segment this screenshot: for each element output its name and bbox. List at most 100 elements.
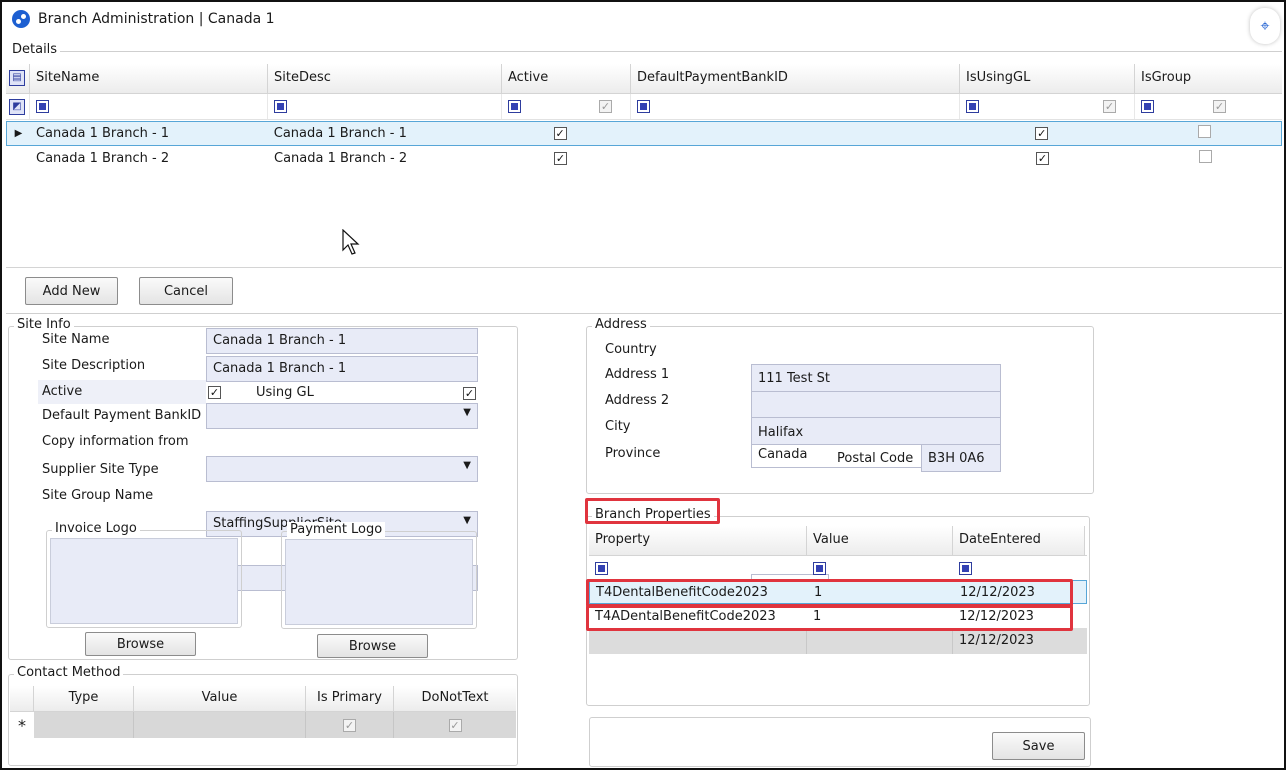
chevron-down-icon: ▼ [463,407,471,418]
filter-isusinggl[interactable]: ✓ [960,94,1135,119]
postal-code-label: Postal Code [837,451,914,466]
postal-code-input[interactable]: B3H 0A6 [921,444,1001,472]
filter-sitedesc[interactable] [268,94,502,119]
col-sitename[interactable]: SiteName [30,64,268,93]
supplier-site-type-label: Supplier Site Type [42,462,159,477]
new-row-marker: * [18,715,26,735]
col-type[interactable]: Type [34,686,134,711]
branch-filter-row [589,556,1087,580]
cell-property[interactable] [589,628,807,654]
table-row[interactable]: ▶ Canada 1 Branch - 1 Canada 1 Branch - … [6,121,1282,146]
cell-is-primary[interactable]: ✓ [306,712,394,738]
site-group-name-label: Site Group Name [42,488,154,503]
cell-isgroup[interactable] [1135,150,1282,167]
cell-sitedesc[interactable]: Canada 1 Branch - 1 [268,126,502,141]
save-button[interactable]: Save [992,732,1085,760]
contact-method-grid[interactable]: Type Value Is Primary DoNotText * ✓ ✓ [10,686,516,764]
cell-value[interactable] [134,712,306,738]
site-name-input[interactable]: Canada 1 Branch - 1 [206,328,478,354]
col-value[interactable]: Value [134,686,306,711]
address2-input[interactable] [751,391,1001,418]
contact-method-label: Contact Method [14,665,124,680]
contact-header-corner [10,686,34,711]
default-payment-bank-select[interactable]: ▼ [206,403,478,429]
cell-value[interactable] [807,628,953,654]
invoice-logo-browse-button[interactable]: Browse [85,632,196,656]
cell-donottext[interactable]: ✓ [394,712,516,738]
title-bar: Branch Administration | Canada 1 [12,8,275,30]
cell-sitedesc[interactable]: Canada 1 Branch - 2 [268,151,502,166]
col-isgroup[interactable]: IsGroup [1135,64,1282,93]
mouse-cursor-icon [342,229,360,255]
province-label: Province [605,446,661,461]
table-row[interactable]: Canada 1 Branch - 2 Canada 1 Branch - 2 … [6,146,1282,171]
active-label: Active [42,384,83,399]
actions-divider [6,313,1282,314]
copy-information-label: Copy information from [42,434,189,449]
cell-isusinggl[interactable]: ✓ [959,126,1134,141]
address1-input[interactable]: 111 Test St [751,364,1001,392]
col-is-primary[interactable]: Is Primary [306,686,394,711]
app-logo-icon [12,10,30,28]
filter-sitename[interactable] [30,94,268,119]
row-highlight-2 [586,605,1073,631]
cell-type[interactable] [34,712,134,738]
site-info-label: Site Info [14,317,74,332]
filter-bank[interactable] [631,94,960,119]
default-payment-bank-label: Default Payment BankID [42,408,202,423]
filter-value[interactable] [807,561,953,576]
chevron-down-icon: ▼ [463,460,471,471]
contact-new-row[interactable]: * ✓ ✓ [10,712,516,738]
cell-sitename[interactable]: Canada 1 Branch - 1 [30,126,268,141]
payment-logo-browse-button[interactable]: Browse [317,634,428,658]
col-isusinggl[interactable]: IsUsingGL [960,64,1135,93]
filter-clear-icon[interactable]: ◩ [6,94,30,119]
table-row[interactable]: 12/12/2023 [589,628,1087,654]
site-description-label: Site Description [42,358,146,373]
col-date-entered[interactable]: DateEntered [953,526,1085,555]
invoice-logo-image [50,538,238,624]
cancel-button[interactable]: Cancel [139,277,233,305]
city-input[interactable]: Halifax [751,417,1001,445]
branch-properties-highlight [585,498,720,524]
country-label: Country [605,342,657,357]
details-grid[interactable]: ▤ SiteName SiteDesc Active DefaultPaymen… [6,64,1282,268]
filter-date-entered[interactable] [953,561,1085,576]
using-gl-checkbox[interactable]: ✓ [463,387,476,400]
address-label: Address [592,317,650,332]
address1-label: Address 1 [605,367,670,382]
cell-date-entered[interactable]: 12/12/2023 [953,628,1085,654]
details-grid-header: ▤ SiteName SiteDesc Active DefaultPaymen… [6,64,1282,94]
add-new-button[interactable]: Add New [25,277,118,305]
cell-sitename[interactable]: Canada 1 Branch - 2 [30,151,268,166]
col-default-payment-bank[interactable]: DefaultPaymentBankID [631,64,960,93]
cell-isusinggl[interactable]: ✓ [960,151,1135,166]
contact-grid-header: Type Value Is Primary DoNotText [10,686,516,712]
screen-capture-icon[interactable]: ⌖ [1250,8,1280,44]
site-name-label: Site Name [42,332,110,347]
col-active[interactable]: Active [502,64,631,93]
branch-grid-header: Property Value DateEntered [589,526,1087,556]
copy-information-select[interactable]: ▼ [206,456,478,482]
col-property[interactable]: Property [589,526,807,555]
site-description-input[interactable]: Canada 1 Branch - 1 [206,356,478,382]
col-value[interactable]: Value [807,526,953,555]
payment-logo-image [285,539,473,625]
col-donottext[interactable]: DoNotText [394,686,516,711]
cell-isgroup[interactable] [1134,125,1281,142]
cell-active[interactable]: ✓ [502,151,631,166]
filter-isgroup[interactable]: ✓ [1135,94,1282,119]
column-chooser-icon[interactable]: ▤ [6,64,30,93]
filter-property[interactable] [589,561,807,576]
details-filter-row: ◩ ✓ ✓ ✓ [6,94,1282,120]
active-checkbox[interactable]: ✓ [208,386,221,399]
cell-active[interactable]: ✓ [502,126,631,141]
row-highlight-1 [586,579,1073,607]
invoice-logo-label: Invoice Logo [52,521,140,536]
address2-label: Address 2 [605,393,670,408]
chevron-down-icon: ▼ [463,515,471,526]
filter-active[interactable]: ✓ [502,94,631,119]
country-value: Canada [758,447,808,462]
col-sitedesc[interactable]: SiteDesc [268,64,502,93]
payment-logo-label: Payment Logo [287,522,386,537]
